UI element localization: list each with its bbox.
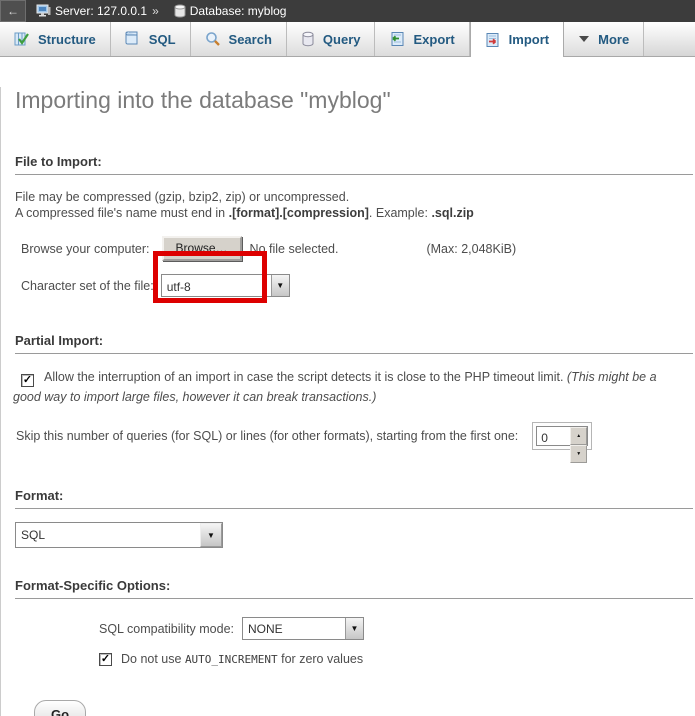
sql-icon — [125, 31, 141, 47]
tab-label: Export — [413, 32, 454, 47]
no-file-selected-text: No file selected. — [250, 241, 339, 257]
skip-queries-input[interactable]: 0 ▲ ▼ — [536, 426, 588, 446]
autoinc-prefix: Do not use — [121, 652, 185, 666]
sql-compatibility-value: NONE — [243, 618, 289, 639]
sql-compatibility-label: SQL compatibility mode: — [99, 622, 234, 636]
skip-queries-value: 0 — [537, 427, 548, 445]
line2-example: .sql.zip — [431, 206, 473, 220]
back-button[interactable]: ← — [0, 0, 26, 22]
browse-button[interactable]: Browse… — [162, 236, 242, 261]
charset-select[interactable]: utf-8 ▼ — [161, 274, 290, 297]
topbar: ← Server: 127.0.0.1 » Database: myblog — [0, 0, 695, 22]
compression-info: File may be compressed (gzip, bzip2, zip… — [15, 189, 695, 221]
chevron-down-icon — [578, 35, 590, 43]
spinner-down-button[interactable]: ▼ — [570, 445, 587, 463]
line2-prefix: A compressed file's name must end in — [15, 206, 229, 220]
tab-label: More — [598, 32, 629, 47]
browse-row: Browse your computer: Browse… No file se… — [21, 236, 695, 261]
tab-label: Search — [229, 32, 272, 47]
tab-structure[interactable]: Structure — [0, 22, 111, 56]
auto-increment-row: ✓ Do not use AUTO_INCREMENT for zero val… — [99, 652, 695, 666]
tab-label: Structure — [38, 32, 96, 47]
skip-queries-label: Skip this number of queries (for SQL) or… — [16, 428, 518, 444]
tab-label: Query — [323, 32, 361, 47]
query-icon — [301, 31, 315, 47]
database-icon — [174, 4, 186, 18]
tab-search[interactable]: Search — [191, 22, 287, 56]
breadcrumb-server[interactable]: Server: 127.0.0.1 — [55, 4, 147, 18]
auto-increment-label: Do not use AUTO_INCREMENT for zero value… — [121, 652, 363, 666]
server-icon — [36, 4, 51, 18]
format-select[interactable]: SQL ▼ — [15, 522, 223, 548]
go-button[interactable]: Go — [34, 700, 86, 716]
format-specific-options-heading: Format-Specific Options: — [15, 578, 693, 599]
select-arrow-icon[interactable]: ▼ — [200, 523, 222, 547]
tab-more[interactable]: More — [564, 22, 644, 56]
allow-interrupt-checkbox[interactable]: ✓ — [21, 374, 34, 387]
charset-label: Character set of the file: — [21, 278, 154, 294]
format-select-value: SQL — [16, 523, 51, 547]
file-to-import-heading: File to Import: — [15, 154, 693, 175]
compression-line1: File may be compressed (gzip, bzip2, zip… — [15, 189, 695, 205]
format-heading: Format: — [15, 488, 693, 509]
allow-interrupt-label: Allow the interruption of an import in c… — [44, 370, 567, 384]
charset-select-value: utf-8 — [162, 275, 197, 296]
skip-queries-row: Skip this number of queries (for SQL) or… — [16, 422, 695, 450]
breadcrumb-separator: » — [152, 4, 159, 18]
structure-icon — [14, 31, 30, 47]
auto-increment-checkbox[interactable]: ✓ — [99, 653, 112, 666]
select-arrow-icon[interactable]: ▼ — [271, 275, 289, 296]
spinner-up-button[interactable]: ▲ — [570, 427, 587, 445]
tab-label: SQL — [149, 32, 176, 47]
browse-label: Browse your computer: — [21, 241, 150, 257]
tab-sql[interactable]: SQL — [111, 22, 191, 56]
tab-query[interactable]: Query — [287, 22, 376, 56]
max-upload-size: (Max: 2,048KiB) — [426, 241, 516, 257]
tab-bar: Structure SQL Search Query — [0, 22, 695, 57]
number-spinner: ▲ ▼ — [570, 427, 587, 445]
tab-label: Import — [509, 32, 549, 47]
tab-import[interactable]: Import — [470, 22, 564, 57]
charset-row: Character set of the file: utf-8 ▼ — [21, 274, 695, 297]
compression-line2: A compressed file's name must end in .[f… — [15, 205, 695, 221]
autoinc-code: AUTO_INCREMENT — [185, 653, 278, 666]
line2-format-pattern: .[format].[compression] — [229, 206, 369, 220]
sql-compatibility-row: SQL compatibility mode: NONE ▼ — [99, 617, 695, 640]
line2-mid: . Example: — [369, 206, 432, 220]
allow-interrupt-row: ✓ Allow the interruption of an import in … — [13, 367, 683, 407]
breadcrumb-database[interactable]: Database: myblog — [190, 4, 287, 18]
import-icon — [485, 32, 501, 48]
sql-compatibility-select[interactable]: NONE ▼ — [242, 617, 364, 640]
export-icon — [389, 31, 405, 47]
page-title: Importing into the database "myblog" — [15, 87, 695, 114]
import-page: Importing into the database "myblog" Fil… — [0, 87, 695, 716]
autoinc-suffix: for zero values — [278, 652, 363, 666]
select-arrow-icon[interactable]: ▼ — [345, 618, 363, 639]
partial-import-heading: Partial Import: — [15, 333, 693, 354]
search-icon — [205, 31, 221, 47]
tab-export[interactable]: Export — [375, 22, 469, 56]
skip-queries-input-wrap: 0 ▲ ▼ — [532, 422, 592, 450]
